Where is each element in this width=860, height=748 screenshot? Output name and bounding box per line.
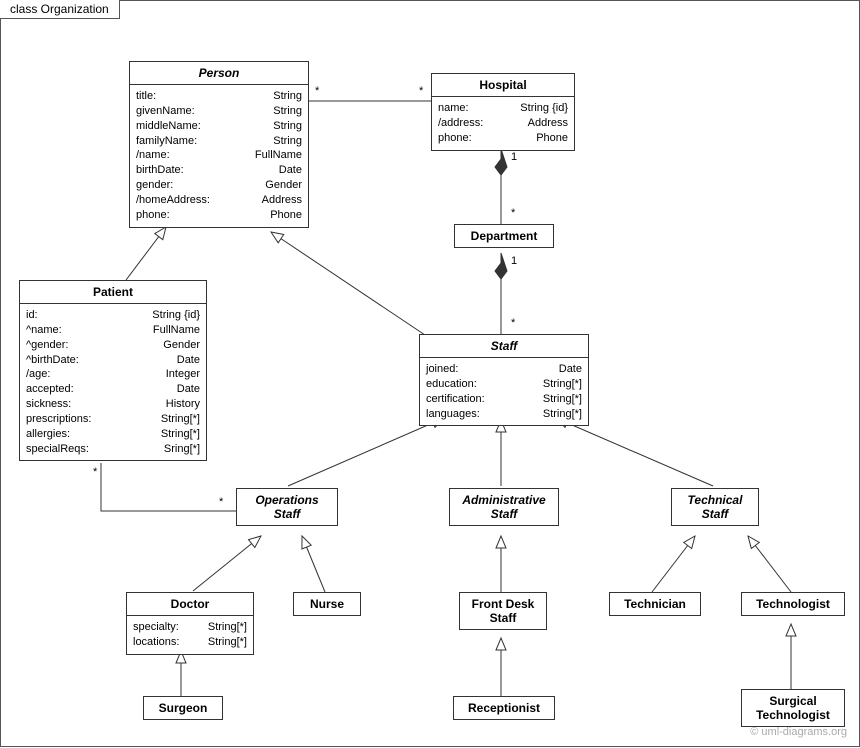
class-technician: Technician [609,592,701,616]
mult-person-hospital-r: * [419,85,423,97]
class-title: Patient [20,281,206,303]
class-title: Technical Staff [672,489,758,525]
class-administrative-staff: Administrative Staff [449,488,559,526]
class-body: id:String {id}^name:FullName^gender:Gend… [20,304,206,460]
class-title: Hospital [432,74,574,96]
uml-frame: class Organization [0,0,860,747]
mult-hosp-dept-t: 1 [511,151,517,163]
class-surgeon: Surgeon [143,696,223,720]
class-title: Staff [420,335,588,357]
class-title: Person [130,62,308,84]
mult-pat-ops-l: * [93,466,97,478]
class-technologist: Technologist [741,592,845,616]
class-doctor: Doctor specialty:String[*]locations:Stri… [126,592,254,655]
class-receptionist: Receptionist [453,696,555,720]
class-title: Receptionist [454,697,554,719]
mult-dept-staff-t: 1 [511,255,517,267]
class-title: Administrative Staff [450,489,558,525]
class-operations-staff: Operations Staff [236,488,338,526]
frame-title: class Organization [0,0,120,19]
class-patient: Patient id:String {id}^name:FullName^gen… [19,280,207,461]
class-nurse: Nurse [293,592,361,616]
class-hospital: Hospital name:String {id}/address:Addres… [431,73,575,151]
class-body: name:String {id}/address:Addressphone:Ph… [432,97,574,150]
class-title: Doctor [127,593,253,615]
class-technical-staff: Technical Staff [671,488,759,526]
class-title: Technologist [742,593,844,615]
mult-hosp-dept-b: * [511,207,515,219]
class-body: title:StringgivenName:StringmiddleName:S… [130,85,308,227]
mult-pat-ops-r: * [219,496,223,508]
class-title: Front Desk Staff [460,593,546,629]
mult-dept-staff-b: * [511,317,515,329]
class-title: Operations Staff [237,489,337,525]
class-department: Department [454,224,554,248]
class-body: joined:Dateeducation:String[*]certificat… [420,358,588,425]
class-staff: Staff joined:Dateeducation:String[*]cert… [419,334,589,426]
class-person: Person title:StringgivenName:Stringmiddl… [129,61,309,228]
class-title: Surgeon [144,697,222,719]
class-title: Nurse [294,593,360,615]
class-front-desk-staff: Front Desk Staff [459,592,547,630]
watermark: © uml-diagrams.org [750,726,847,738]
class-title: Technician [610,593,700,615]
class-body: specialty:String[*]locations:String[*] [127,616,253,654]
class-title: Surgical Technologist [742,690,844,726]
class-title: Department [455,225,553,247]
class-surgical-technologist: Surgical Technologist [741,689,845,727]
mult-person-hospital-l: * [315,85,319,97]
